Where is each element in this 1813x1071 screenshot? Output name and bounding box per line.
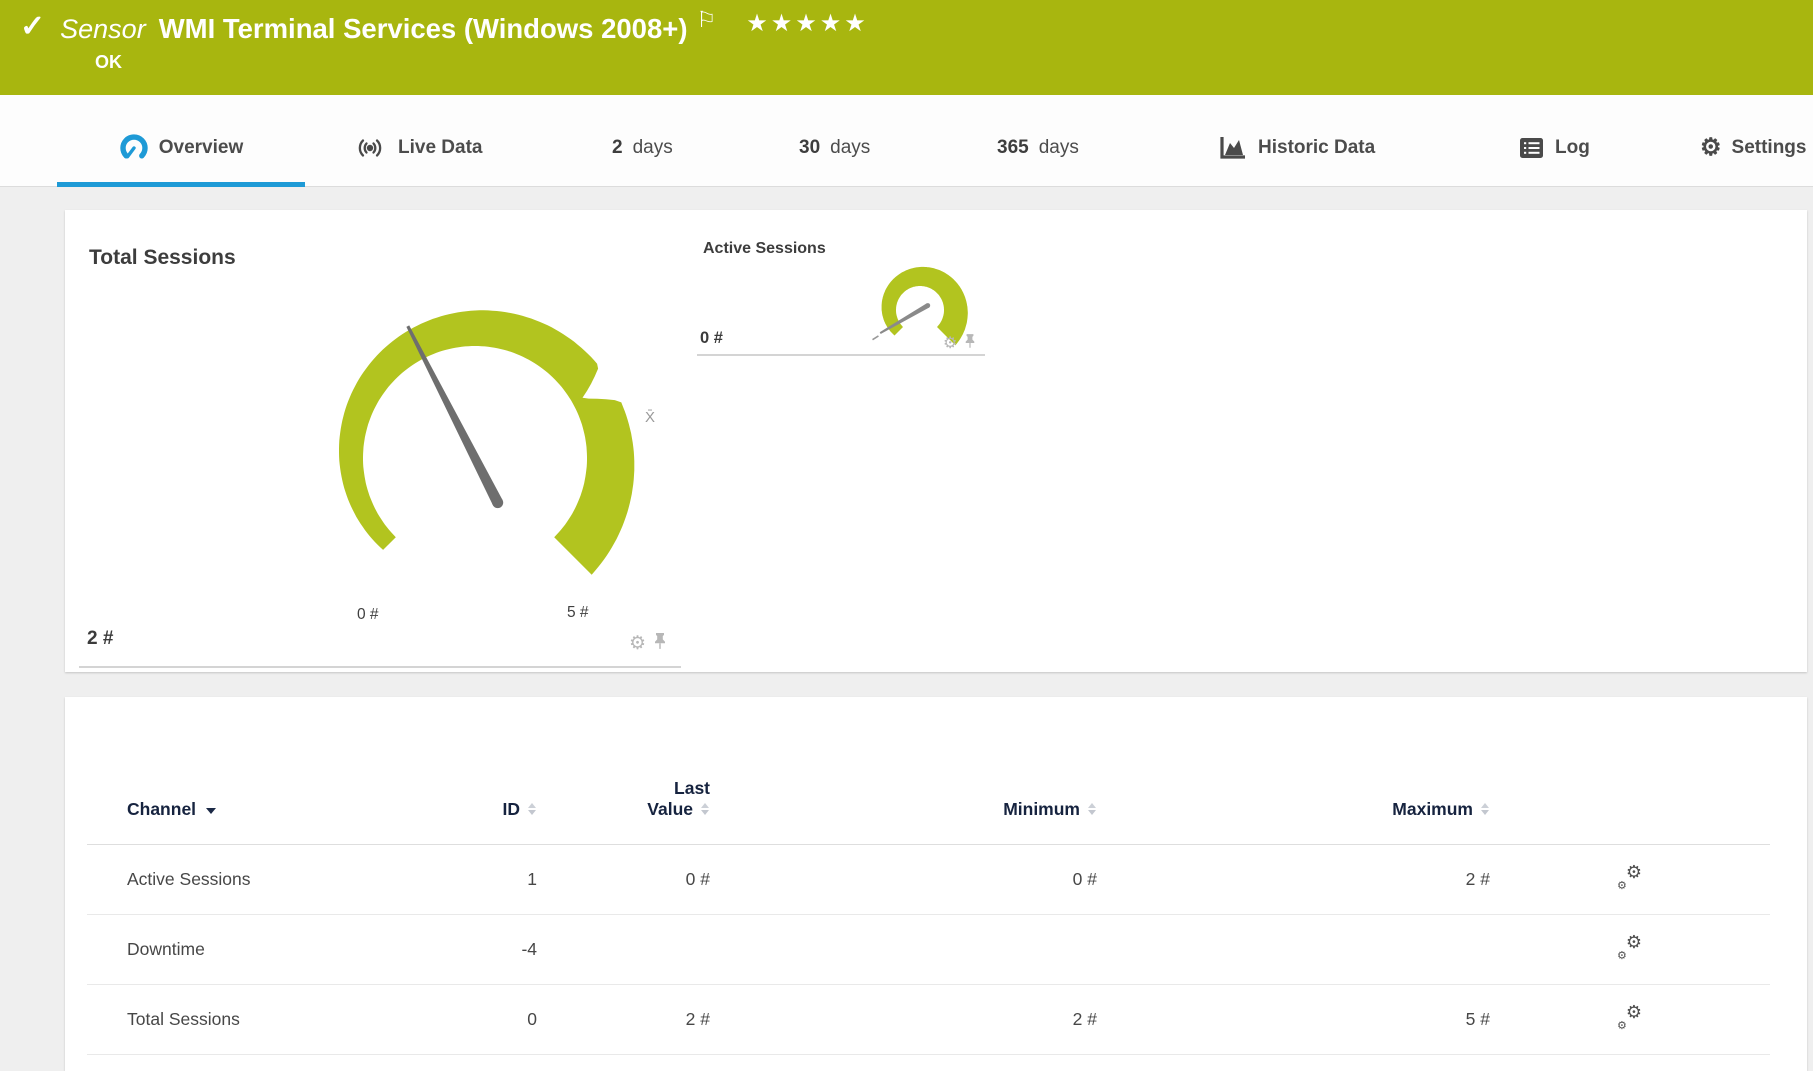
sensor-tab-bar: Overview Live Data 2 days 30 days 365 da… [0,95,1813,187]
gauge-scale-min: 0 # [357,606,379,623]
channel-id: 1 [527,869,537,889]
tab-label: Log [1555,136,1590,158]
channels-table: Channel ID Last Value Minimum Maximum Ac… [87,755,1770,1055]
priority-flag-icon[interactable]: ⚐ [697,8,717,32]
channel-id: -4 [521,939,537,959]
gear-icon: ⚙ [1700,133,1722,161]
tab-365-days[interactable]: 365 days [997,95,1079,186]
channel-settings-gears-icon[interactable]: ⚙ ⚙ [1615,932,1645,962]
tab-label: Historic Data [1258,136,1376,158]
channel-settings-gears-icon[interactable]: ⚙ ⚙ [1615,862,1645,892]
gauge-icon [119,133,149,163]
channel-name: Active Sessions [127,869,251,889]
tab-label: Settings [1731,136,1807,158]
tab-label: days [830,136,871,158]
tab-historic-data[interactable]: Historic Data [1218,95,1375,186]
mini-gauge-value: 0 # [700,329,723,347]
channels-table-panel: Channel ID Last Value Minimum Maximum Ac… [65,697,1807,1071]
channel-minimum: 2 # [1072,1009,1097,1029]
tab-label: days [1038,136,1079,158]
status-badge: OK [95,52,122,72]
table-row: Total Sessions 0 2 # 2 # 5 # ⚙ ⚙ [87,985,1770,1055]
channel-last-value: 2 # [685,1009,710,1029]
column-header-id[interactable]: ID [417,799,537,844]
column-header-last-value[interactable]: Last Value [537,778,710,844]
table-row: Downtime -4 ⚙ ⚙ [87,915,1770,985]
sensor-status-header: ✓ Sensor WMI Terminal Services (Windows … [0,0,1813,95]
column-header-minimum[interactable]: Minimum [710,799,1097,844]
area-chart-icon [1218,134,1248,161]
tab-days-number: 2 [612,136,623,158]
status-check-icon: ✓ [20,10,46,43]
gauge-settings-gear-icon[interactable]: ⚙ [629,634,646,653]
gauge-block-divider [79,666,681,668]
gauge-pin-icon[interactable] [653,632,667,655]
sort-arrows-icon [701,802,710,815]
channel-maximum: 2 # [1465,869,1490,889]
sensor-title: WMI Terminal Services (Windows 2008+) [158,13,688,44]
sort-arrows-icon [528,802,537,815]
gauge-average-marker-label: X̄ [645,409,656,426]
tab-overview[interactable]: Overview [57,95,305,187]
primary-gauge-value: 2 # [87,628,114,649]
tab-label: days [632,136,673,158]
column-header-maximum[interactable]: Maximum [1097,799,1490,844]
log-list-icon [1519,136,1545,160]
tab-settings[interactable]: ⚙ Settings [1700,95,1806,186]
channel-minimum: 0 # [1072,869,1097,889]
sort-arrows-icon [1481,802,1490,815]
channel-last-value: 0 # [685,869,710,889]
channel-name: Total Sessions [127,1009,240,1029]
sort-caret-icon [206,808,217,814]
broadcast-icon [352,135,388,161]
tab-log[interactable]: Log [1519,95,1590,186]
table-header-row: Channel ID Last Value Minimum Maximum [87,755,1770,845]
gauge-scale-max: 5 # [567,604,589,621]
channel-settings-gears-icon[interactable]: ⚙ ⚙ [1615,1002,1645,1032]
column-header-channel[interactable]: Channel [87,799,417,844]
gauge-settings-gear-icon[interactable]: ⚙ [943,334,957,353]
priority-stars[interactable]: ★★★★★ [746,10,869,38]
table-row: Active Sessions 1 0 # 0 # 2 # ⚙ ⚙ [87,845,1770,915]
tab-label: Overview [158,136,244,158]
gauge-chart [339,266,968,575]
tab-label: Live Data [398,136,483,158]
overview-gauges-panel: Total Sessions 0 # 5 # 2 # X̄ ⚙ Active S… [65,210,1807,672]
tab-30-days[interactable]: 30 days [799,95,870,186]
channel-name: Downtime [127,939,205,959]
tab-live-data[interactable]: Live Data [352,95,482,186]
column-header-actions [1490,820,1770,844]
gauge-block-divider [697,354,985,356]
object-kind-label: Sensor [60,14,146,44]
tab-days-number: 30 [799,136,821,158]
channel-maximum: 5 # [1465,1009,1490,1029]
channel-id: 0 [527,1009,537,1029]
mini-gauge-title: Active Sessions [703,240,826,257]
tab-2-days[interactable]: 2 days [612,95,673,186]
primary-gauge-title: Total Sessions [89,246,236,269]
gauge-pin-icon[interactable] [964,333,976,354]
tab-days-number: 365 [997,136,1029,158]
sort-arrows-icon [1088,802,1097,815]
